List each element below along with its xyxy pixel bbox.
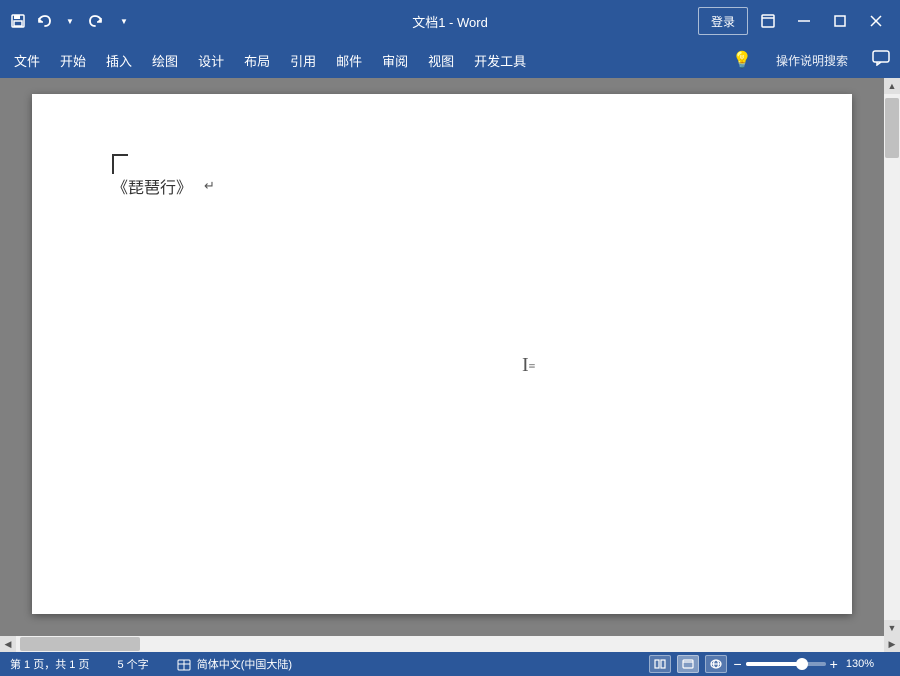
- redo-icon[interactable]: [86, 11, 106, 31]
- title-text: 文档1 - Word: [412, 12, 488, 31]
- i-beam-cursor: I≡: [522, 354, 535, 377]
- status-right: − + 130%: [649, 655, 890, 673]
- word-count: 5 个字: [117, 656, 148, 672]
- close-button[interactable]: [860, 5, 892, 37]
- h-scroll-thumb[interactable]: [20, 637, 140, 651]
- save-icon[interactable]: [8, 11, 28, 31]
- menu-design[interactable]: 设计: [188, 47, 234, 74]
- menu-insert[interactable]: 插入: [96, 47, 142, 74]
- menu-review[interactable]: 审阅: [372, 47, 418, 74]
- zoom-slider[interactable]: [746, 662, 826, 666]
- menu-home[interactable]: 开始: [50, 47, 96, 74]
- text-cursor-marker: [112, 154, 128, 174]
- undo-dropdown-icon[interactable]: ▼: [60, 11, 80, 31]
- zoom-minus-button[interactable]: −: [733, 656, 741, 672]
- lightbulb-icon[interactable]: 💡: [726, 46, 758, 74]
- page-info: 第 1 页，共 1 页: [10, 656, 89, 672]
- status-left: 第 1 页，共 1 页 5 个字 简体中文(中国大陆): [10, 656, 308, 672]
- title-bar: ▼ ▼ 文档1 - Word 登录: [0, 0, 900, 42]
- minimize-button[interactable]: [788, 5, 820, 37]
- scroll-right-arrow[interactable]: ▶: [884, 636, 900, 652]
- customize-qat-icon[interactable]: ▼: [114, 11, 134, 31]
- menu-developer[interactable]: 开发工具: [464, 47, 536, 74]
- h-scroll-track[interactable]: [16, 636, 884, 652]
- menu-view[interactable]: 视图: [418, 47, 464, 74]
- title-bar-right: 登录: [698, 5, 892, 37]
- scroll-down-arrow[interactable]: ▼: [884, 620, 900, 636]
- zoom-control: − + 130%: [733, 656, 890, 672]
- menu-file[interactable]: 文件: [4, 47, 50, 74]
- paragraph-mark: ↵: [204, 178, 215, 194]
- comment-icon[interactable]: [866, 46, 896, 75]
- zoom-slider-fill: [746, 662, 798, 666]
- login-button[interactable]: 登录: [698, 7, 748, 35]
- doc-scroll-area[interactable]: 《琵琶行》 ↵ I≡: [0, 78, 884, 636]
- document-content-line: 《琵琶行》 ↵: [112, 174, 772, 198]
- language: 简体中文(中国大陆): [177, 656, 292, 672]
- horizontal-scrollbar[interactable]: ◀ ▶: [0, 636, 900, 652]
- menu-mailings[interactable]: 邮件: [326, 47, 372, 74]
- document-text: 《琵琶行》: [112, 174, 192, 198]
- scroll-track[interactable]: [884, 94, 900, 620]
- menu-references[interactable]: 引用: [280, 47, 326, 74]
- menu-layout[interactable]: 布局: [234, 47, 280, 74]
- menu-bar: 文件 开始 插入 绘图 设计 布局 引用 邮件 审阅 视图 开发工具 💡 操作说…: [0, 42, 900, 78]
- document-page[interactable]: 《琵琶行》 ↵ I≡: [32, 94, 852, 614]
- zoom-knob[interactable]: [796, 658, 808, 670]
- layout-icon[interactable]: [752, 5, 784, 37]
- undo-icon[interactable]: [34, 11, 54, 31]
- zoom-level: 130%: [846, 658, 874, 670]
- web-layout-btn[interactable]: [705, 655, 727, 673]
- zoom-plus-button[interactable]: +: [830, 656, 838, 672]
- tell-me-search[interactable]: 操作说明搜索: [766, 48, 858, 73]
- scroll-thumb[interactable]: [885, 98, 899, 158]
- document-area: 《琵琶行》 ↵ I≡ ▲ ▼: [0, 78, 900, 636]
- menu-draw[interactable]: 绘图: [142, 47, 188, 74]
- title-bar-left: ▼ ▼: [8, 11, 134, 31]
- status-bar: 第 1 页，共 1 页 5 个字 简体中文(中国大陆): [0, 652, 900, 676]
- print-layout-btn[interactable]: [677, 655, 699, 673]
- read-mode-btn[interactable]: [649, 655, 671, 673]
- menu-bar-right: 💡 操作说明搜索: [726, 46, 896, 75]
- vertical-scrollbar[interactable]: ▲ ▼: [884, 78, 900, 636]
- maximize-button[interactable]: [824, 5, 856, 37]
- scroll-up-arrow[interactable]: ▲: [884, 78, 900, 94]
- scroll-left-arrow[interactable]: ◀: [0, 636, 16, 652]
